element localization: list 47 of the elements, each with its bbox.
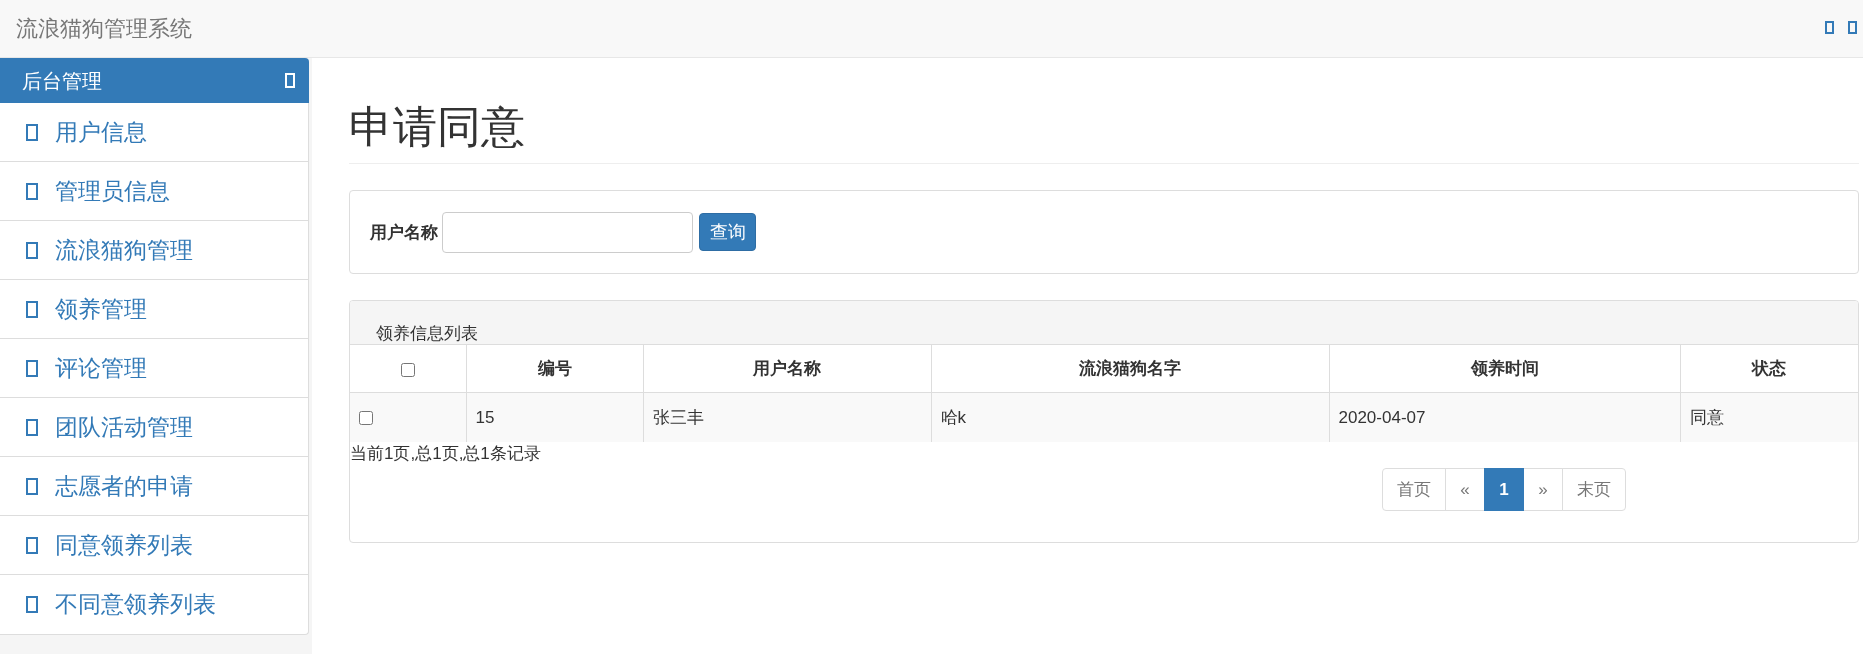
empty-square-icon bbox=[26, 418, 38, 436]
table-cell: 15 bbox=[466, 392, 643, 442]
empty-square-icon bbox=[26, 123, 38, 141]
row-checkbox[interactable] bbox=[359, 411, 373, 426]
page-link[interactable]: 首页 bbox=[1382, 467, 1446, 511]
column-header: 流浪猫狗名字 bbox=[931, 344, 1329, 393]
panel-title: 领养信息列表 bbox=[376, 324, 478, 345]
empty-square-icon bbox=[26, 241, 38, 259]
column-header: 编号 bbox=[466, 344, 643, 393]
page-link[interactable]: 1 bbox=[1484, 467, 1524, 511]
empty-square-icon bbox=[26, 359, 38, 377]
sidebar-link[interactable]: 领养管理 bbox=[0, 280, 308, 339]
empty-square-icon[interactable] bbox=[1825, 20, 1834, 34]
search-button[interactable]: 查询 bbox=[699, 213, 756, 252]
column-header: 用户名称 bbox=[643, 344, 931, 393]
empty-square-icon[interactable] bbox=[1848, 20, 1857, 34]
sidebar-link[interactable]: 团队活动管理 bbox=[0, 398, 308, 457]
sidebar-link[interactable]: 流浪猫狗管理 bbox=[0, 221, 308, 280]
column-header: 状态 bbox=[1680, 344, 1858, 393]
sidebar-link[interactable]: 用户信息 bbox=[0, 103, 308, 162]
field-label: 用户名称 bbox=[370, 221, 438, 244]
input-field[interactable] bbox=[442, 211, 693, 253]
sidebar-link[interactable]: 管理员信息 bbox=[0, 162, 308, 221]
empty-square-icon bbox=[26, 596, 38, 613]
table-cell: 同意 bbox=[1680, 392, 1858, 442]
table-cell: 张三丰 bbox=[643, 392, 931, 442]
column-header: 领养时间 bbox=[1329, 344, 1680, 393]
table-cell: 2020-04-07 bbox=[1329, 392, 1680, 442]
app-title[interactable]: 流浪猫狗管理系统 bbox=[16, 17, 192, 40]
sidebar-link[interactable]: 志愿者的申请 bbox=[0, 457, 308, 516]
page-title: 申请同意 bbox=[349, 103, 525, 152]
empty-square-icon bbox=[26, 536, 38, 554]
empty-square-icon bbox=[26, 477, 38, 495]
sidebar-link[interactable]: 同意领养列表 bbox=[0, 516, 308, 575]
sidebar-link[interactable]: 不同意领养列表 bbox=[0, 575, 308, 634]
empty-square-icon bbox=[26, 300, 38, 318]
sidebar-title: 后台管理 bbox=[22, 70, 102, 91]
sidebar-header[interactable]: 后台管理 bbox=[0, 58, 309, 103]
empty-square-icon bbox=[26, 182, 38, 200]
sidebar-link[interactable]: 评论管理 bbox=[0, 339, 308, 398]
record-summary: 当前1页,总1页,总1条记录 bbox=[350, 443, 541, 466]
table-cell: 哈k bbox=[931, 392, 1329, 442]
page-link[interactable]: 末页 bbox=[1562, 467, 1626, 511]
select-all-checkbox[interactable] bbox=[400, 362, 415, 377]
empty-square-icon bbox=[285, 73, 295, 88]
page-link[interactable]: « bbox=[1445, 467, 1485, 511]
page-link[interactable]: » bbox=[1523, 467, 1563, 511]
